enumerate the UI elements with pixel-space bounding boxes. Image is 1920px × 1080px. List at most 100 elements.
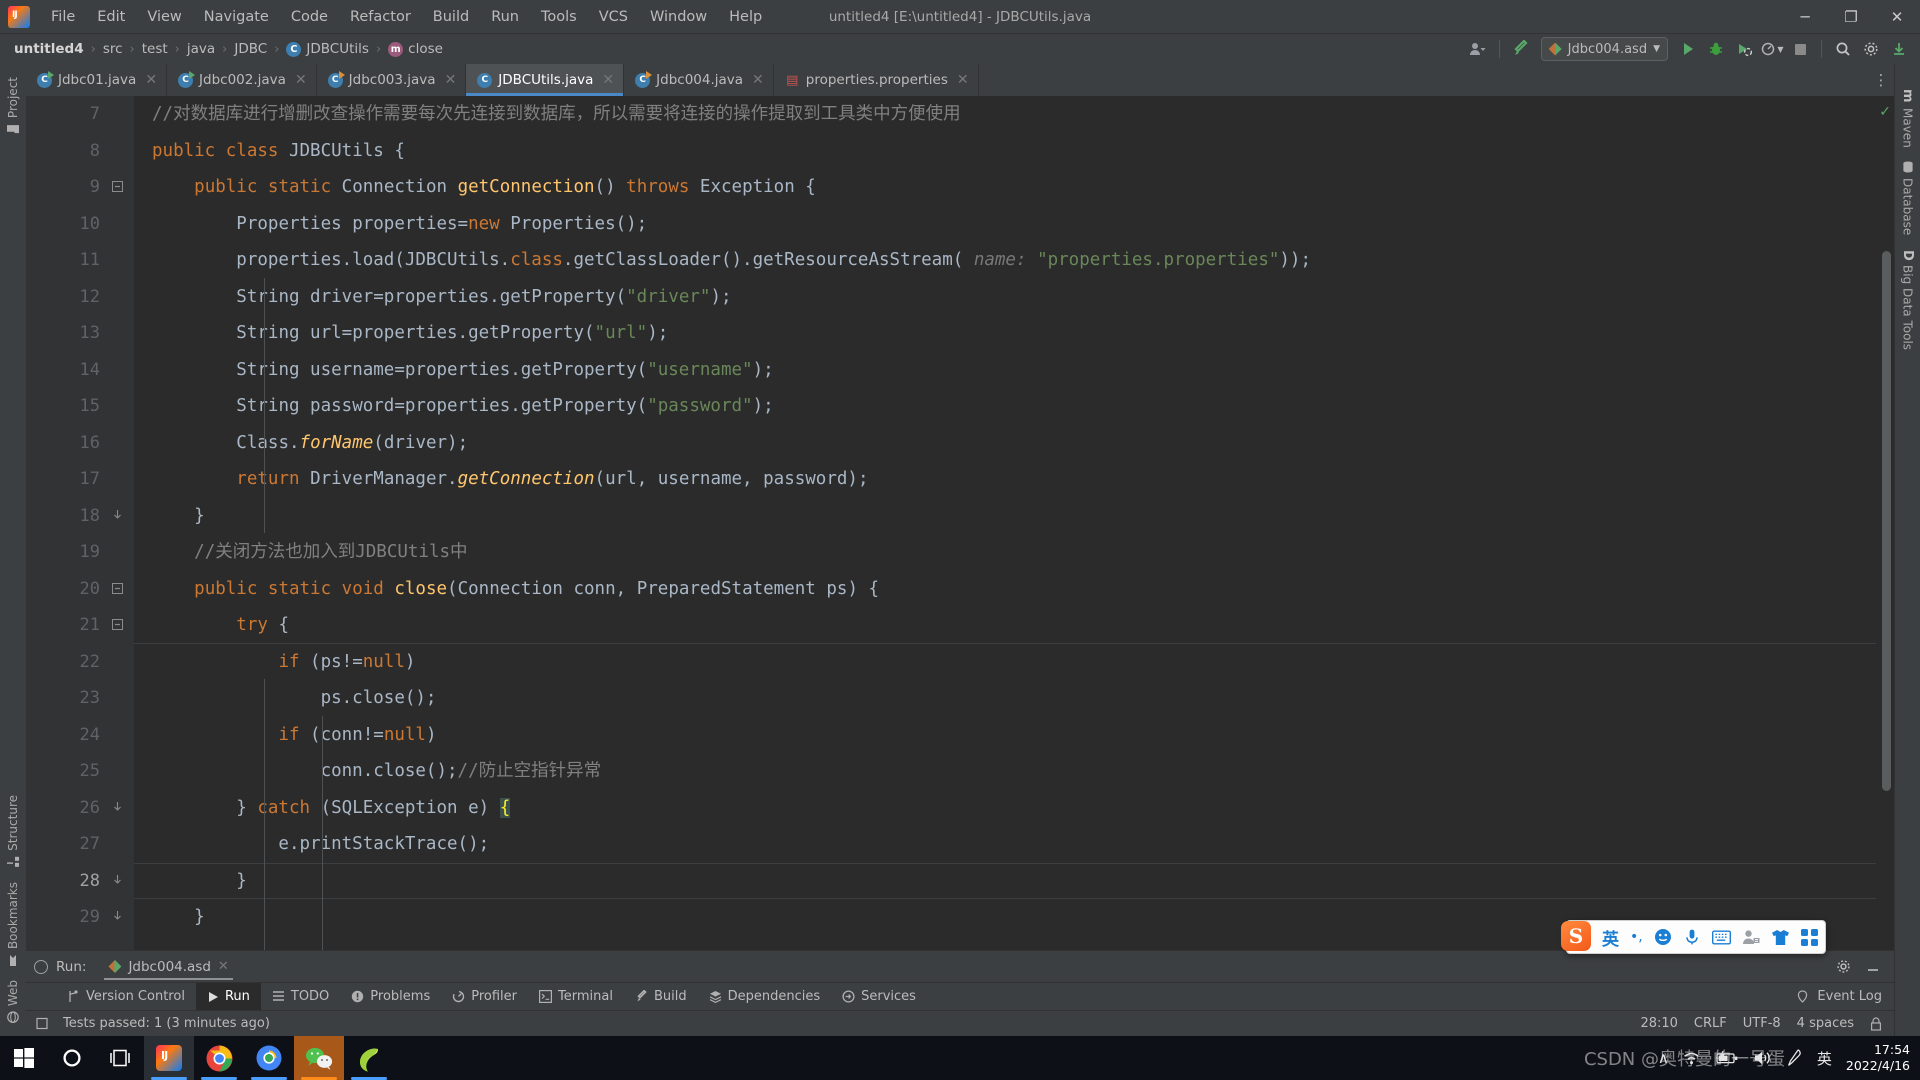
- editor-tab-properties[interactable]: ▤ properties.properties ✕: [774, 64, 979, 96]
- skin-shirt-icon[interactable]: [1771, 929, 1790, 946]
- app-grid-icon[interactable]: [1800, 928, 1818, 946]
- tab-version-control[interactable]: Version Control: [56, 983, 196, 1010]
- debug-button[interactable]: [1703, 37, 1729, 61]
- inspection-ok-icon[interactable]: ✓: [1879, 104, 1891, 120]
- file-encoding[interactable]: UTF-8: [1743, 1016, 1781, 1031]
- editor-tab-jdbcutils[interactable]: C JDBCUtils.java ✕: [466, 64, 625, 96]
- editor-tab-jdbc002[interactable]: C Jdbc002.java ✕: [167, 64, 317, 96]
- fold-end-icon[interactable]: [111, 874, 124, 887]
- sidebar-item-project[interactable]: Project: [2, 70, 24, 142]
- breadcrumb-item-src[interactable]: src: [99, 40, 127, 58]
- editor-vertical-scrollbar[interactable]: [1882, 251, 1891, 791]
- breadcrumb-item-project[interactable]: untitled4: [10, 40, 88, 58]
- menu-edit[interactable]: Edit: [86, 5, 136, 29]
- editor-tab-jdbc004[interactable]: C Jdbc004.java ✕: [624, 64, 774, 96]
- microphone-icon[interactable]: [1683, 928, 1701, 946]
- run-configuration-selector[interactable]: Jdbc004.asd ▼: [1540, 37, 1668, 61]
- cortana-search-button[interactable]: [48, 1036, 96, 1080]
- tab-build[interactable]: Build: [624, 983, 698, 1010]
- tab-run[interactable]: Run: [195, 983, 261, 1010]
- more-vertical-icon[interactable]: ⋮: [1868, 64, 1894, 96]
- close-icon[interactable]: ✕: [218, 959, 229, 974]
- emoji-icon[interactable]: [1654, 928, 1672, 946]
- tab-todo[interactable]: TODO: [261, 983, 340, 1010]
- stop-button[interactable]: [1787, 37, 1813, 61]
- wifi-icon[interactable]: [1683, 1050, 1702, 1066]
- tab-profiler[interactable]: Profiler: [441, 983, 528, 1010]
- menu-view[interactable]: View: [136, 5, 192, 29]
- editor-scrollbar-markers[interactable]: ✓: [1876, 96, 1894, 950]
- editor-tab-jdbc01[interactable]: C Jdbc01.java ✕: [26, 64, 168, 96]
- maximize-button[interactable]: ❐: [1828, 0, 1874, 33]
- profile-button[interactable]: ▼: [1759, 37, 1785, 61]
- sogou-logo-icon[interactable]: S: [1561, 920, 1591, 951]
- taskbar-intellij-idea[interactable]: IJ: [144, 1036, 194, 1080]
- tab-dependencies[interactable]: Dependencies: [698, 983, 832, 1010]
- breadcrumb-item-jdbcutils[interactable]: C JDBCUtils: [282, 40, 373, 58]
- menu-file[interactable]: File: [40, 5, 86, 29]
- lock-icon[interactable]: [1870, 1016, 1882, 1031]
- close-button[interactable]: ✕: [1874, 0, 1920, 33]
- gear-icon[interactable]: [1858, 37, 1884, 61]
- close-icon[interactable]: ✕: [602, 72, 614, 88]
- menu-run[interactable]: Run: [480, 5, 530, 29]
- gear-icon[interactable]: [1830, 955, 1856, 979]
- sidebar-item-web[interactable]: Web: [2, 973, 24, 1030]
- menu-refactor[interactable]: Refactor: [339, 5, 422, 29]
- sidebar-item-database[interactable]: Database: [1897, 154, 1919, 242]
- close-icon[interactable]: ✕: [295, 72, 307, 88]
- ime-punctuation-toggle[interactable]: •,: [1630, 929, 1643, 945]
- fold-collapse-icon[interactable]: [111, 582, 124, 595]
- menu-build[interactable]: Build: [422, 5, 480, 29]
- sidebar-item-bigdatatools[interactable]: D Big Data Tools: [1896, 243, 1919, 358]
- fold-end-icon[interactable]: [111, 910, 124, 923]
- breadcrumb-item-test[interactable]: test: [138, 40, 172, 58]
- user-icon[interactable]: [1465, 37, 1491, 61]
- menu-navigate[interactable]: Navigate: [193, 5, 280, 29]
- search-icon[interactable]: [1830, 37, 1856, 61]
- close-icon[interactable]: ✕: [957, 72, 969, 88]
- code-text-area[interactable]: //对数据库进行增删改查操作需要每次先连接到数据库，所以需要将连接的操作提取到工…: [134, 96, 1876, 950]
- taskbar-google-chrome[interactable]: [194, 1036, 244, 1080]
- fold-collapse-icon[interactable]: [111, 180, 124, 193]
- taskbar-chrome-beta[interactable]: [244, 1036, 294, 1080]
- editor-tab-jdbc003[interactable]: C Jdbc003.java ✕: [317, 64, 467, 96]
- ime-indicator[interactable]: 英: [1817, 1048, 1832, 1069]
- fold-end-icon[interactable]: [111, 801, 124, 814]
- close-icon[interactable]: ✕: [145, 72, 157, 88]
- minimize-icon[interactable]: [1860, 955, 1886, 979]
- menu-tools[interactable]: Tools: [530, 5, 588, 29]
- run-button[interactable]: [1675, 37, 1701, 61]
- breadcrumb-item-close[interactable]: m close: [384, 40, 447, 58]
- show-hidden-icons-button[interactable]: ∧: [1658, 1049, 1669, 1067]
- event-log-button[interactable]: Event Log: [1796, 989, 1894, 1004]
- caret-position[interactable]: 28:10: [1640, 1016, 1677, 1031]
- sidebar-item-structure[interactable]: Structure: [2, 788, 24, 875]
- close-icon[interactable]: ✕: [445, 72, 457, 88]
- fold-collapse-icon[interactable]: [111, 618, 124, 631]
- volume-icon[interactable]: [1753, 1050, 1773, 1066]
- fold-end-icon[interactable]: [111, 509, 124, 522]
- taskbar-wechat[interactable]: [294, 1036, 344, 1080]
- menu-window[interactable]: Window: [639, 5, 718, 29]
- run-session-tab[interactable]: Jdbc004.asd ✕: [98, 951, 238, 982]
- sidebar-item-maven[interactable]: m Maven: [1896, 82, 1919, 154]
- indent-setting[interactable]: 4 spaces: [1797, 1016, 1854, 1031]
- code-editor[interactable]: 7 8 9 10 11 12 13 14 15 16 17 18 19 20 2…: [26, 96, 1894, 950]
- taskbar-navicat[interactable]: [344, 1036, 394, 1080]
- menu-help[interactable]: Help: [718, 5, 773, 29]
- tab-terminal[interactable]: Terminal: [528, 983, 624, 1010]
- breadcrumb-item-jdbc[interactable]: JDBC: [230, 40, 271, 58]
- menu-vcs[interactable]: VCS: [588, 5, 639, 29]
- battery-charging-icon[interactable]: [1716, 1051, 1739, 1065]
- line-separator[interactable]: CRLF: [1694, 1016, 1727, 1031]
- taskbar-clock[interactable]: 17:54 2022/4/16: [1846, 1042, 1910, 1073]
- update-icon[interactable]: [1886, 37, 1912, 61]
- breadcrumb-item-java[interactable]: java: [183, 40, 219, 58]
- build-icon[interactable]: [1508, 37, 1534, 61]
- sogou-ime-toolbar[interactable]: S 英 •,: [1561, 920, 1826, 954]
- task-view-button[interactable]: [96, 1036, 144, 1080]
- user-account-icon[interactable]: [1742, 929, 1760, 945]
- tab-services[interactable]: Services: [831, 983, 927, 1010]
- run-with-coverage-button[interactable]: [1731, 37, 1757, 61]
